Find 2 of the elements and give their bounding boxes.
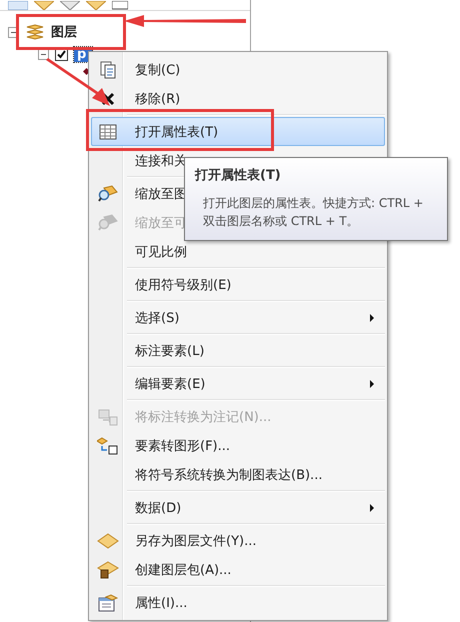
tooltip-text: 打开此图层的属性表。快捷方式: CTRL + 双击图层名称或 CTRL + T。 [203,195,424,230]
tooltip-title: 打开属性表(T) [195,167,282,184]
